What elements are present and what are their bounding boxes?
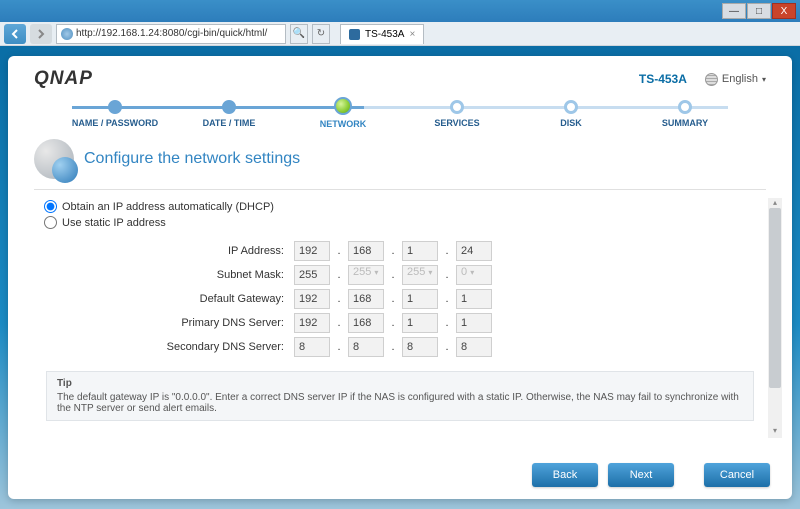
- row-mask: Subnet Mask: . 255 ▾. 255 ▾. 0 ▾: [64, 265, 766, 285]
- wizard-card: QNAP TS-453A English ▾ NAME / PASSWORD D…: [8, 56, 792, 499]
- row-dns1: Primary DNS Server: . . .: [64, 313, 766, 333]
- step-summary[interactable]: SUMMARY: [628, 100, 742, 128]
- browser-toolbar: http://192.168.1.24:8080/cgi-bin/quick/h…: [0, 22, 800, 46]
- ip-octet-3[interactable]: [402, 241, 438, 261]
- label-dns1: Primary DNS Server:: [64, 317, 294, 329]
- step-disk[interactable]: DISK: [514, 100, 628, 128]
- brand-logo: QNAP: [34, 68, 93, 90]
- gw-octet-1[interactable]: [294, 289, 330, 309]
- dns1-octet-1[interactable]: [294, 313, 330, 333]
- dns1-octet-2[interactable]: [348, 313, 384, 333]
- ip-octet-1[interactable]: [294, 241, 330, 261]
- back-nav-button[interactable]: [4, 24, 26, 44]
- mask-octet-4[interactable]: 0 ▾: [456, 265, 492, 285]
- tip-body: The default gateway IP is "0.0.0.0". Ent…: [57, 392, 743, 414]
- browser-tab[interactable]: TS-453A ×: [340, 24, 424, 44]
- row-ip: IP Address: . . .: [64, 241, 766, 261]
- dns2-octet-1[interactable]: [294, 337, 330, 357]
- dns1-octet-3[interactable]: [402, 313, 438, 333]
- maximize-button[interactable]: □: [747, 3, 771, 19]
- mask-octet-1[interactable]: [294, 265, 330, 285]
- tab-close-button[interactable]: ×: [409, 29, 415, 40]
- viewport: QNAP TS-453A English ▾ NAME / PASSWORD D…: [0, 46, 800, 509]
- dns2-octet-3[interactable]: [402, 337, 438, 357]
- tip-box: Tip The default gateway IP is "0.0.0.0".…: [46, 371, 754, 421]
- ip-octet-4[interactable]: [456, 241, 492, 261]
- step-services[interactable]: SERVICES: [400, 100, 514, 128]
- row-gateway: Default Gateway: . . .: [64, 289, 766, 309]
- address-bar[interactable]: http://192.168.1.24:8080/cgi-bin/quick/h…: [56, 24, 286, 44]
- radio-dhcp[interactable]: Obtain an IP address automatically (DHCP…: [44, 200, 766, 213]
- step-date-time[interactable]: DATE / TIME: [172, 100, 286, 128]
- label-ip: IP Address:: [64, 245, 294, 257]
- gw-octet-2[interactable]: [348, 289, 384, 309]
- favicon-icon: [349, 29, 360, 40]
- label-gateway: Default Gateway:: [64, 293, 294, 305]
- step-name-password[interactable]: NAME / PASSWORD: [58, 100, 172, 128]
- mask-octet-3[interactable]: 255 ▾: [402, 265, 438, 285]
- forward-nav-button[interactable]: [30, 24, 52, 44]
- globe-icon: [61, 28, 73, 40]
- tip-heading: Tip: [57, 378, 743, 389]
- ip-form: IP Address: . . . Subnet Mask: . 255 ▾. …: [64, 241, 766, 357]
- row-dns2: Secondary DNS Server: . . .: [64, 337, 766, 357]
- ip-mode-radio-group: Obtain an IP address automatically (DHCP…: [44, 200, 766, 229]
- search-icon-button[interactable]: 🔍: [290, 24, 308, 44]
- minimize-button[interactable]: —: [722, 3, 746, 19]
- gw-octet-4[interactable]: [456, 289, 492, 309]
- label-dns2: Secondary DNS Server:: [64, 341, 294, 353]
- mask-octet-2[interactable]: 255 ▾: [348, 265, 384, 285]
- dns2-octet-4[interactable]: [456, 337, 492, 357]
- model-label: TS-453A: [639, 72, 687, 86]
- tab-title: TS-453A: [365, 29, 404, 40]
- step-network[interactable]: NETWORK: [286, 100, 400, 129]
- cancel-button[interactable]: Cancel: [704, 463, 770, 487]
- radio-static[interactable]: Use static IP address: [44, 216, 766, 229]
- divider: [34, 189, 766, 190]
- dns2-octet-2[interactable]: [348, 337, 384, 357]
- next-button[interactable]: Next: [608, 463, 674, 487]
- label-mask: Subnet Mask:: [64, 269, 294, 281]
- language-globe-icon: [705, 73, 718, 86]
- network-gear-icon: [34, 139, 74, 179]
- button-row: Back Next Cancel: [532, 463, 770, 487]
- language-label: English: [722, 73, 758, 85]
- url-text: http://192.168.1.24:8080/cgi-bin/quick/h…: [76, 28, 267, 39]
- content-scrollbar[interactable]: ▴ ▾: [768, 198, 782, 438]
- page-title: Configure the network settings: [84, 150, 300, 168]
- language-selector[interactable]: English ▾: [705, 73, 766, 86]
- back-button[interactable]: Back: [532, 463, 598, 487]
- close-button[interactable]: X: [772, 3, 796, 19]
- ip-octet-2[interactable]: [348, 241, 384, 261]
- scroll-down-arrow[interactable]: ▾: [768, 426, 782, 438]
- gw-octet-3[interactable]: [402, 289, 438, 309]
- dns1-octet-4[interactable]: [456, 313, 492, 333]
- radio-static-input[interactable]: [44, 216, 57, 229]
- window-titlebar: — □ X: [0, 0, 800, 22]
- scroll-thumb[interactable]: [769, 208, 781, 388]
- radio-dhcp-input[interactable]: [44, 200, 57, 213]
- chevron-down-icon: ▾: [762, 75, 766, 84]
- step-tracker: NAME / PASSWORD DATE / TIME NETWORK SERV…: [8, 100, 792, 129]
- refresh-button[interactable]: ↻: [312, 24, 330, 44]
